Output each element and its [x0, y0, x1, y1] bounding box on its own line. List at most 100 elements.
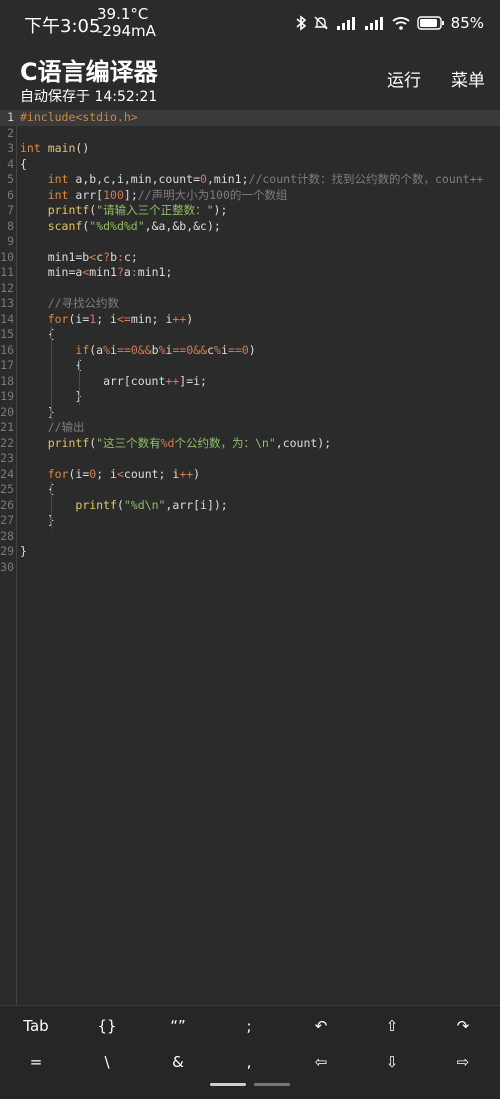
- code-token: for: [47, 466, 69, 481]
- code-token: scanf: [47, 218, 83, 233]
- code-token: b: [110, 249, 117, 264]
- code-text: for(i=1; i<=min; i++): [20, 312, 193, 328]
- code-line[interactable]: 20 }: [0, 404, 500, 420]
- line-number: 28: [0, 528, 14, 543]
- code-line[interactable]: 30: [0, 560, 500, 576]
- ampersand-key[interactable]: &: [148, 1053, 208, 1071]
- code-token: printf: [47, 435, 90, 450]
- code-text: #include<stdio.h>: [20, 110, 138, 126]
- indent-guide: [51, 327, 52, 343]
- code-line[interactable]: 19 }: [0, 389, 500, 405]
- code-token: if: [75, 342, 90, 357]
- code-token: %: [214, 342, 221, 357]
- backslash-key[interactable]: \: [77, 1053, 137, 1071]
- code-token: ): [186, 311, 194, 326]
- code-line[interactable]: 17 {: [0, 358, 500, 374]
- code-line[interactable]: 13 //寻找公约数: [0, 296, 500, 312]
- undo-icon[interactable]: ↶: [291, 1017, 351, 1035]
- code-token: ; i: [96, 466, 117, 481]
- code-line[interactable]: 27 }: [0, 513, 500, 529]
- code-token: count; i: [123, 466, 180, 481]
- code-text: for(i=0; i<count; i++): [20, 467, 200, 483]
- redo-icon[interactable]: ↷: [433, 1017, 493, 1035]
- arrow-down-icon[interactable]: ⇩: [362, 1053, 422, 1071]
- indent-guide: [51, 482, 52, 498]
- signal-hd-icon: [364, 17, 383, 30]
- code-token: int: [47, 172, 69, 186]
- code-token: :: [130, 265, 138, 279]
- code-line[interactable]: 22 printf("这三个数有%d个公约数，为：\n",count);: [0, 436, 500, 452]
- indent-guide: [51, 358, 52, 374]
- code-line[interactable]: 6 int arr[100];//声明大小为100的一个数组: [0, 188, 500, 204]
- braces-key[interactable]: {}: [77, 1017, 137, 1035]
- tab-key[interactable]: Tab: [6, 1017, 66, 1035]
- code-line[interactable]: 15 {: [0, 327, 500, 343]
- comma-key[interactable]: ,: [219, 1053, 279, 1071]
- code-text: arr[count++]=i;: [20, 374, 207, 390]
- code-text: int main(): [20, 141, 89, 157]
- bluetooth-icon: [296, 15, 306, 31]
- code-line[interactable]: 14 for(i=1; i<=min; i++): [0, 312, 500, 328]
- line-number: 6: [7, 187, 14, 202]
- code-line[interactable]: 29}: [0, 544, 500, 560]
- code-line[interactable]: 25 {: [0, 482, 500, 498]
- menu-button[interactable]: 菜单: [451, 66, 485, 91]
- status-icons: 85%: [295, 13, 484, 33]
- code-line[interactable]: 18 arr[count++]=i;: [0, 373, 500, 390]
- code-token: (): [75, 141, 90, 155]
- code-line[interactable]: 3 int main(): [0, 141, 500, 157]
- line-number: 13: [0, 296, 14, 310]
- code-text: }: [20, 544, 27, 560]
- code-line[interactable]: 2: [0, 126, 500, 142]
- code-token: printf: [75, 497, 117, 512]
- semicolon-key[interactable]: ;: [219, 1017, 279, 1035]
- code-line[interactable]: 21 //输出: [0, 420, 500, 436]
- code-line[interactable]: 11 min=a<min1?a:min1;: [0, 265, 500, 281]
- equals-key[interactable]: =: [6, 1053, 66, 1071]
- code-token: i: [220, 342, 228, 357]
- code-line[interactable]: 24 for(i=0; i<count; i++): [0, 467, 500, 483]
- code-token: );: [213, 203, 228, 217]
- gesture-bar-secondary: [254, 1083, 290, 1086]
- code-line[interactable]: 10 min1=b<c?b:c;: [0, 250, 500, 266]
- code-line[interactable]: 12: [0, 281, 500, 297]
- run-button[interactable]: 运行: [387, 66, 421, 91]
- arrow-right-icon[interactable]: ⇨: [433, 1053, 493, 1071]
- code-line[interactable]: 9: [0, 234, 500, 250]
- code-line[interactable]: 23: [0, 451, 500, 467]
- status-time: 下午3:05: [24, 16, 101, 37]
- quotes-key[interactable]: “”: [148, 1017, 208, 1035]
- code-text: {: [20, 482, 55, 498]
- code-line[interactable]: 26 printf("%d\n",arr[i]);: [0, 497, 500, 513]
- code-line[interactable]: 7 printf("请输入三个正整数：");: [0, 203, 500, 219]
- code-token: ,arr[i]);: [165, 497, 228, 512]
- code-line[interactable]: 5 int a,b,c,i,min,count=0,min1;//count计数…: [0, 172, 500, 188]
- line-number: 3: [7, 141, 14, 155]
- arrow-left-icon[interactable]: ⇦: [291, 1053, 351, 1071]
- line-number: 20: [0, 404, 14, 419]
- code-editor[interactable]: 1 #include<stdio.h> 2 3 int main() 4{5 int a,…: [0, 110, 500, 1005]
- code-token: int: [47, 187, 69, 202]
- line-number: 19: [0, 389, 14, 403]
- code-line[interactable]: 16 if(a%i==0&&b%i==0&&c%i==0): [0, 342, 500, 359]
- arrow-up-icon[interactable]: ⇧: [362, 1017, 422, 1035]
- code-line[interactable]: 4{: [0, 157, 500, 173]
- code-text: if(a%i==0&&b%i==0&&c%i==0): [20, 342, 256, 359]
- line-number: 26: [0, 497, 14, 512]
- line-number: 4: [7, 156, 14, 171]
- line-number: 23: [0, 451, 14, 465]
- status-temperature: 39.1°C: [97, 5, 149, 23]
- code-token: 个公约数，为：\n": [174, 435, 276, 450]
- app-bar: C语言编译器 自动保存于 14:52:21 运行 菜单: [0, 44, 500, 110]
- code-line[interactable]: 8 scanf("%d%d%d",&a,&b,&c);: [0, 219, 500, 235]
- code-token: ): [248, 342, 256, 357]
- line-number: 8: [7, 218, 14, 233]
- code-line[interactable]: 1 #include<stdio.h>: [0, 110, 500, 126]
- code-token: ==: [116, 342, 131, 357]
- code-text: min1=b<c?b:c;: [20, 250, 138, 266]
- code-line[interactable]: 28: [0, 529, 500, 545]
- gesture-bar: [210, 1083, 246, 1086]
